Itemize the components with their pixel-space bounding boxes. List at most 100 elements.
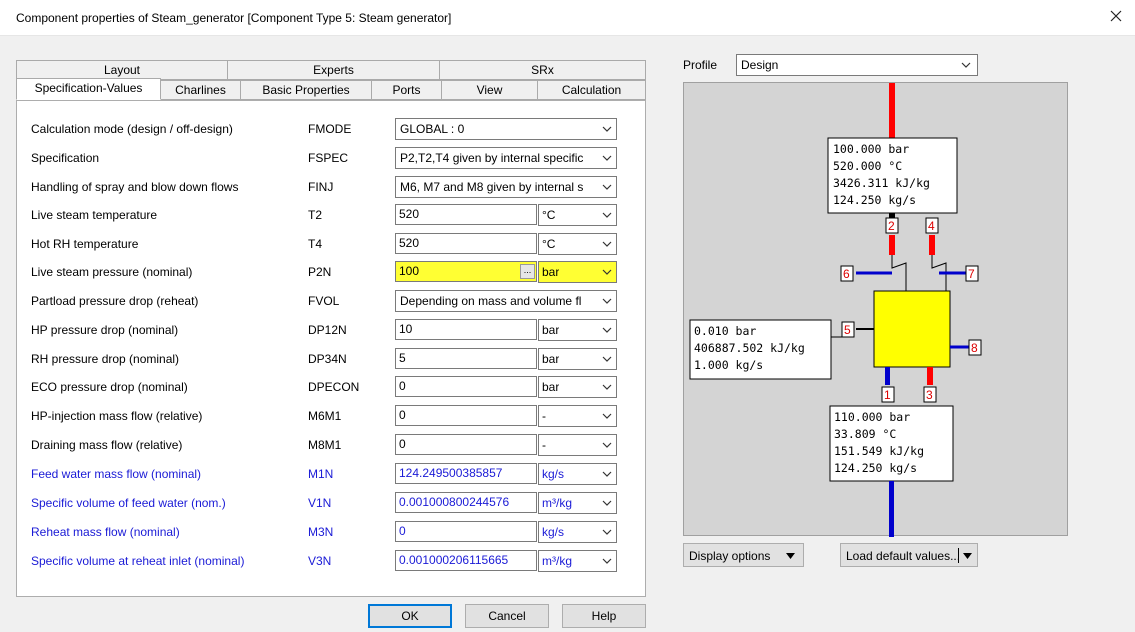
- port-5-label: 5: [844, 323, 851, 337]
- m1n-input[interactable]: 124.249500385857: [395, 463, 537, 484]
- tab-ports[interactable]: Ports: [372, 80, 442, 100]
- tab-experts[interactable]: Experts: [228, 60, 440, 80]
- profile-select[interactable]: Design: [736, 54, 978, 76]
- tab-srx[interactable]: SRx: [440, 60, 646, 80]
- unit-value: m³/kg: [542, 496, 572, 510]
- row-code: M3N: [308, 525, 334, 539]
- row-code: FSPEC: [308, 151, 349, 165]
- m6m1-input[interactable]: 0: [395, 405, 537, 426]
- input-value: 124.249500385857: [399, 466, 503, 480]
- row-v1n: Specific volume of feed water (nom.) V1N…: [17, 492, 647, 514]
- load-default-values-button[interactable]: Load default values...: [840, 543, 978, 567]
- tab-calculation[interactable]: Calculation: [538, 80, 646, 100]
- tab-basic-properties[interactable]: Basic Properties: [241, 80, 372, 100]
- cancel-button[interactable]: Cancel: [465, 604, 549, 628]
- pipe-4: [929, 235, 935, 255]
- caret-down-icon[interactable]: [963, 553, 972, 559]
- help-button[interactable]: Help: [562, 604, 646, 628]
- row-dpecon: ECO pressure drop (nominal) DPECON 0 bar: [17, 376, 647, 398]
- state-text: 124.250 kg/s: [833, 193, 916, 207]
- row-code: T4: [308, 237, 323, 251]
- dp34n-input[interactable]: 5: [395, 348, 537, 369]
- m3n-unit-select[interactable]: kg/s: [538, 521, 617, 543]
- input-value: 0.001000800244576: [399, 495, 510, 509]
- dp12n-unit-select[interactable]: bar: [538, 319, 617, 341]
- state-text: 3426.311 kJ/kg: [833, 176, 930, 190]
- m8m1-unit-select[interactable]: -: [538, 434, 617, 456]
- chevron-down-icon: [602, 269, 612, 275]
- v1n-input[interactable]: 0.001000800244576: [395, 492, 537, 513]
- input-value: 520: [399, 236, 420, 250]
- row-label: Partload pressure drop (reheat): [31, 294, 199, 308]
- tab-view[interactable]: View: [442, 80, 538, 100]
- row-t4: Hot RH temperature T4 520 °C: [17, 233, 647, 255]
- t2-unit-select[interactable]: °C: [538, 204, 617, 226]
- steam-generator-block[interactable]: [873, 290, 951, 368]
- unit-value: m³/kg: [542, 554, 572, 568]
- state-text: 124.250 kg/s: [834, 461, 917, 475]
- row-m6m1: HP-injection mass flow (relative) M6M1 0…: [17, 405, 647, 427]
- m1n-unit-select[interactable]: kg/s: [538, 463, 617, 485]
- row-code: V1N: [308, 496, 332, 510]
- display-options-button[interactable]: Display options: [683, 543, 804, 567]
- window-title: Component properties of Steam_generator …: [16, 11, 452, 25]
- row-label: Draining mass flow (relative): [31, 438, 183, 452]
- select-value: GLOBAL : 0: [400, 122, 465, 136]
- unit-value: bar: [542, 352, 560, 366]
- tab-charlines[interactable]: Charlines: [161, 80, 241, 100]
- pipe-3: [927, 367, 933, 385]
- chevron-down-icon: [602, 327, 612, 333]
- dp12n-input[interactable]: 10: [395, 319, 537, 340]
- port-3-label: 3: [926, 388, 933, 402]
- caret-down-icon: [786, 553, 795, 559]
- fvol-select[interactable]: Depending on mass and volume fl: [395, 290, 617, 312]
- p2n-unit-select[interactable]: bar: [538, 261, 617, 283]
- chevron-down-icon: [602, 241, 612, 247]
- row-code: DP34N: [308, 352, 347, 366]
- row-code: DPECON: [308, 380, 360, 394]
- row-label: Feed water mass flow (nominal): [31, 467, 202, 481]
- m6m1-unit-select[interactable]: -: [538, 405, 617, 427]
- p2n-input[interactable]: 100 ...: [395, 261, 537, 282]
- row-t2: Live steam temperature T2 520 °C: [17, 204, 647, 226]
- row-m1n: Feed water mass flow (nominal) M1N 124.2…: [17, 463, 647, 485]
- row-label: Calculation mode (design / off-design): [31, 122, 233, 136]
- dpecon-unit-select[interactable]: bar: [538, 376, 617, 398]
- t4-unit-select[interactable]: °C: [538, 233, 617, 255]
- state-text: 520.000 °C: [833, 159, 902, 173]
- select-value: Design: [741, 58, 779, 72]
- row-code: M1N: [308, 467, 334, 481]
- fspec-select[interactable]: P2,T2,T4 given by internal specific: [395, 147, 617, 169]
- v3n-unit-select[interactable]: m³/kg: [538, 550, 617, 572]
- select-value: M6, M7 and M8 given by internal s: [400, 180, 584, 194]
- t2-input[interactable]: 520: [395, 204, 537, 225]
- v1n-unit-select[interactable]: m³/kg: [538, 492, 617, 514]
- row-fvol: Partload pressure drop (reheat) FVOL Dep…: [17, 290, 647, 312]
- row-p2n: Live steam pressure (nominal) P2N 100 ..…: [17, 261, 647, 283]
- finj-select[interactable]: M6, M7 and M8 given by internal s: [395, 176, 617, 198]
- row-dp34n: RH pressure drop (nominal) DP34N 5 bar: [17, 348, 647, 370]
- v3n-input[interactable]: 0.001000206115665: [395, 550, 537, 571]
- dpecon-input[interactable]: 0: [395, 376, 537, 397]
- t4-input[interactable]: 520: [395, 233, 537, 254]
- button-label: Display options: [689, 549, 771, 563]
- m3n-input[interactable]: 0: [395, 521, 537, 542]
- fmode-select[interactable]: GLOBAL : 0: [395, 118, 617, 140]
- row-code: FINJ: [308, 180, 334, 194]
- browse-button[interactable]: ...: [520, 264, 535, 279]
- chevron-down-icon: [961, 62, 971, 68]
- tab-layout[interactable]: Layout: [16, 60, 228, 80]
- chevron-down-icon: [602, 298, 612, 304]
- input-value: 100: [399, 264, 420, 278]
- port-1-label: 1: [884, 388, 891, 402]
- profile-label: Profile: [683, 58, 718, 72]
- row-code: M6M1: [308, 409, 342, 423]
- close-icon[interactable]: [1105, 5, 1127, 27]
- m8m1-input[interactable]: 0: [395, 434, 537, 455]
- dp34n-unit-select[interactable]: bar: [538, 348, 617, 370]
- ok-button[interactable]: OK: [368, 604, 452, 628]
- input-value: 0: [399, 379, 406, 393]
- tab-specification-values[interactable]: Specification-Values: [16, 78, 161, 100]
- row-code: P2N: [308, 265, 332, 279]
- unit-value: °C: [542, 208, 556, 222]
